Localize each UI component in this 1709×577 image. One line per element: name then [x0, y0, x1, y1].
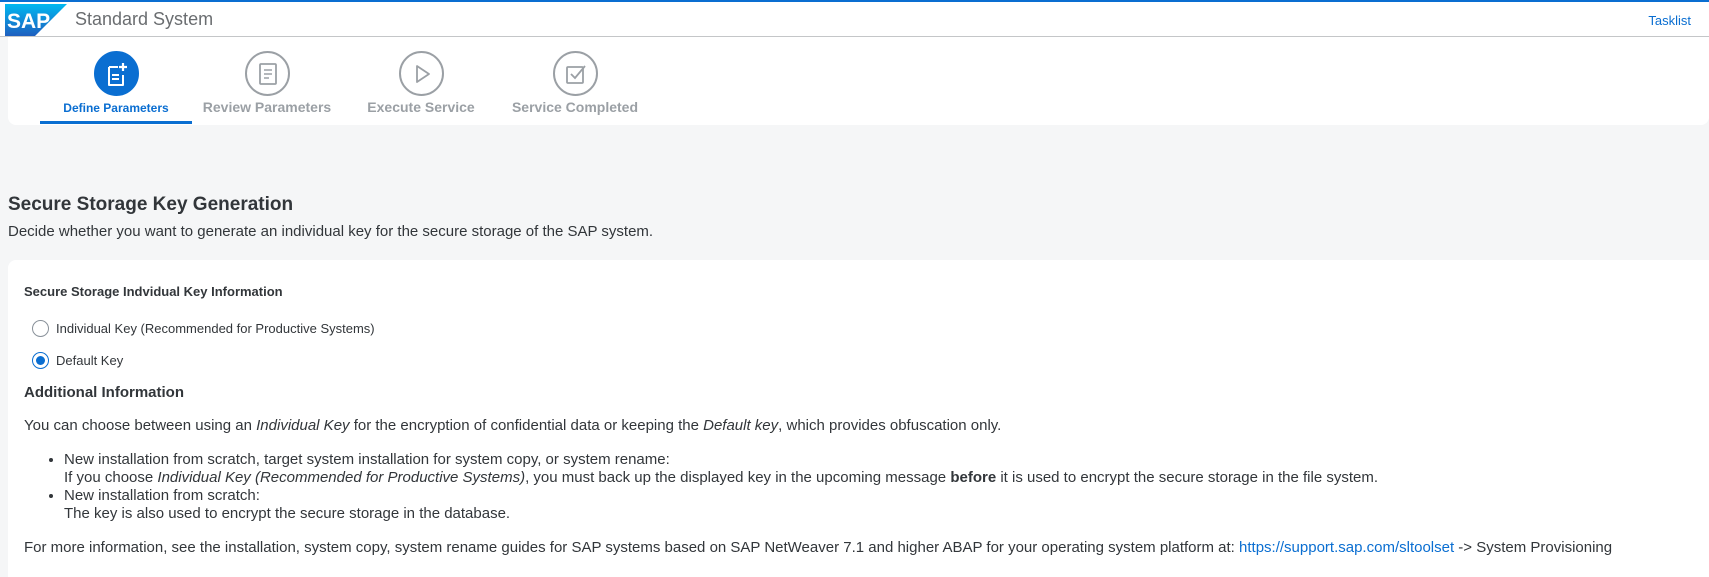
- radio-label[interactable]: Individual Key (Recommended for Producti…: [56, 321, 375, 336]
- section-title: Secure Storage Key Generation: [8, 194, 294, 215]
- wizard-step-execute-service[interactable]: Execute Service: [345, 37, 497, 125]
- checkbox-icon: [565, 64, 586, 84]
- radio-label[interactable]: Default Key: [56, 353, 123, 368]
- play-icon: [415, 64, 430, 83]
- shell-bar: SAP Standard System Tasklist: [0, 0, 1709, 37]
- section-description: Decide whether you want to generate an i…: [8, 223, 654, 240]
- panel-label: Secure Storage Indvidual Key Information: [24, 284, 283, 299]
- app-title: Standard System: [75, 9, 214, 29]
- step-circle: [245, 51, 290, 96]
- checklist-icon: [258, 62, 277, 85]
- wizard-progress: Define Parameters Review Parameters Exec…: [8, 37, 1709, 125]
- sltoolset-link[interactable]: https://support.sap.com/sltoolset: [1239, 539, 1454, 556]
- wizard-step-service-completed[interactable]: Service Completed: [499, 37, 651, 125]
- step-label: Define Parameters: [63, 101, 169, 115]
- step-circle: [553, 51, 598, 96]
- step-label: Review Parameters: [202, 99, 332, 115]
- wizard-step-review-parameters[interactable]: Review Parameters: [191, 37, 343, 125]
- radio-individual-key[interactable]: Individual Key (Recommended for Producti…: [32, 317, 375, 339]
- radio-button[interactable]: [32, 351, 49, 369]
- key-info-panel: Secure Storage Indvidual Key Information…: [8, 260, 1709, 577]
- step-label: Service Completed: [511, 99, 639, 115]
- radio-button[interactable]: [32, 319, 49, 337]
- radio-default-key[interactable]: Default Key: [32, 349, 123, 371]
- list-item: New installation from scratch: The key i…: [64, 487, 1378, 523]
- active-step-indicator: [40, 121, 192, 124]
- svg-text:SAP: SAP: [7, 10, 50, 33]
- tasklist-link[interactable]: Tasklist: [1648, 13, 1691, 28]
- info-bullets: New installation from scratch, target sy…: [24, 451, 1378, 523]
- list-item: New installation from scratch, target sy…: [64, 451, 1378, 487]
- info-more: For more information, see the installati…: [24, 539, 1613, 556]
- step-circle: [399, 51, 444, 96]
- document-add-icon: [107, 62, 127, 86]
- step-circle: [94, 51, 139, 96]
- info-intro: You can choose between using an Individu…: [24, 417, 1002, 434]
- wizard-step-define-parameters[interactable]: Define Parameters: [40, 37, 192, 125]
- step-label: Execute Service: [367, 99, 475, 115]
- sap-logo[interactable]: SAP: [5, 4, 67, 36]
- additional-info-title: Additional Information: [24, 384, 184, 401]
